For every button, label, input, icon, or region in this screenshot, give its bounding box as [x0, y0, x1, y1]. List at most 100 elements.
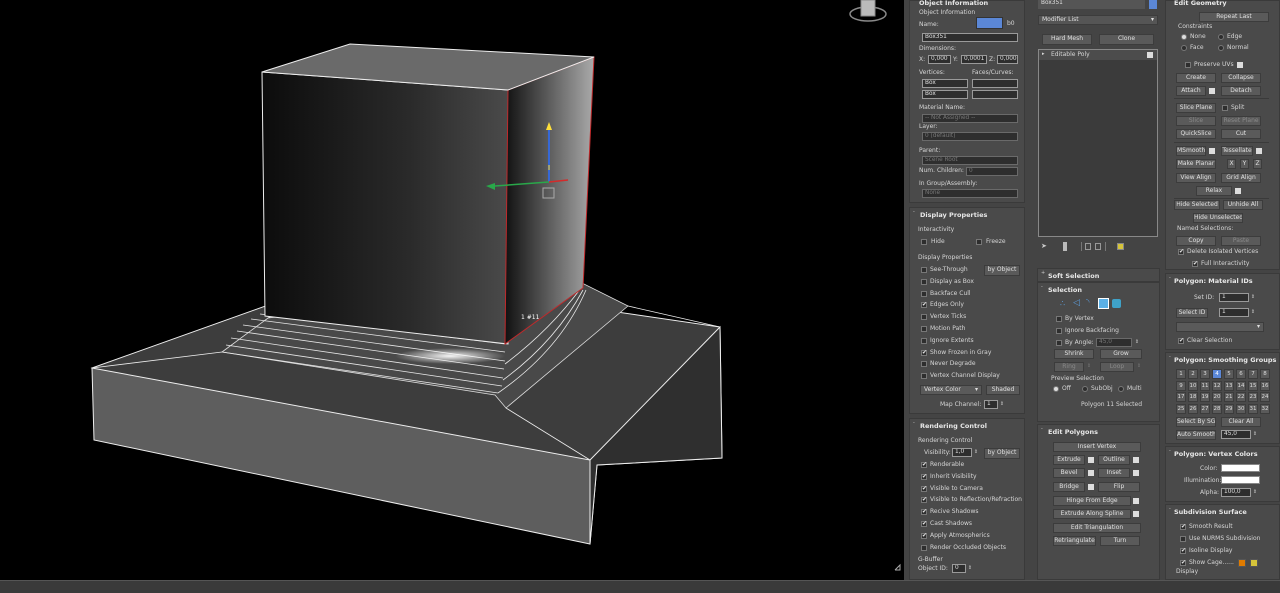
extrude-button[interactable]: Extrude [1053, 455, 1085, 465]
smoothing-group-button[interactable]: 8 [1260, 369, 1270, 379]
msmooth-settings-icon[interactable] [1209, 148, 1215, 154]
smooth-result-checkbox[interactable] [1180, 523, 1186, 530]
attach-list-icon[interactable] [1209, 88, 1215, 94]
alpha-field[interactable]: 100,0 [1221, 488, 1251, 497]
bridge-button[interactable]: Bridge [1053, 482, 1085, 492]
hinge-settings-icon[interactable] [1133, 498, 1139, 504]
smoothing-group-button[interactable]: 21 [1224, 392, 1234, 402]
edit-polygons-header[interactable]: Edit Polygons [1048, 427, 1098, 438]
smoothing-group-button[interactable]: 29 [1224, 403, 1234, 414]
hard-mesh-button[interactable]: Hard Mesh [1042, 34, 1092, 45]
option-checkbox[interactable] [921, 544, 927, 551]
select-by-sg-button[interactable]: Select By SG [1176, 417, 1216, 427]
smoothing-group-button[interactable]: 11 [1200, 380, 1210, 391]
vertex-color-dropdown[interactable]: Vertex Color ▾ [920, 385, 982, 395]
smoothing-group-button[interactable]: 24 [1260, 392, 1270, 402]
auto-smooth-button[interactable]: Auto Smooth [1176, 430, 1216, 440]
option-checkbox[interactable] [921, 361, 927, 368]
option-checkbox[interactable] [921, 290, 927, 297]
option-checkbox[interactable] [921, 520, 927, 527]
configure-sets-icon[interactable] [1117, 243, 1124, 250]
hide-checkbox[interactable] [921, 239, 927, 245]
object-information-header[interactable]: Object Information [919, 0, 988, 9]
show-cage-checkbox[interactable] [1180, 559, 1186, 566]
show-end-result-icon[interactable] [1063, 242, 1067, 251]
smoothing-group-button[interactable]: 15 [1248, 380, 1258, 391]
stack-visibility-icon[interactable] [1147, 52, 1153, 58]
grow-button[interactable]: Grow [1100, 349, 1142, 359]
smoothing-group-button[interactable]: 27 [1200, 403, 1210, 414]
freeze-checkbox[interactable] [976, 239, 982, 245]
loop-button[interactable]: Loop [1100, 362, 1134, 372]
delete-isolated-checkbox[interactable] [1178, 248, 1184, 255]
turn-button[interactable]: Turn [1100, 536, 1140, 546]
bevel-button[interactable]: Bevel [1053, 468, 1085, 478]
by-angle-checkbox[interactable] [1056, 340, 1062, 346]
soft-selection-header[interactable]: Soft Selection [1048, 271, 1099, 282]
edge-mode-icon[interactable]: ◁ [1073, 298, 1080, 308]
bridge-settings-icon[interactable] [1088, 484, 1094, 490]
constraint-normal-radio[interactable] [1218, 45, 1224, 51]
smoothing-group-button[interactable]: 16 [1260, 380, 1270, 391]
smoothing-group-button[interactable]: 3 [1200, 369, 1210, 379]
view-align-button[interactable]: View Align [1176, 173, 1216, 183]
smoothing-group-button[interactable]: 19 [1200, 392, 1210, 402]
ignore-backfacing-checkbox[interactable] [1056, 328, 1062, 334]
smoothing-group-button[interactable]: 25 [1176, 403, 1186, 414]
planar-x-button[interactable]: X [1227, 159, 1236, 169]
outline-button[interactable]: Outline [1098, 455, 1130, 465]
split-checkbox[interactable] [1222, 105, 1228, 111]
expand-arrow-icon[interactable]: ▸ [1042, 51, 1045, 57]
smoothing-group-button[interactable]: 28 [1212, 403, 1222, 414]
subdivision-header[interactable]: Subdivision Surface [1174, 507, 1247, 518]
unhide-all-button[interactable]: Unhide All [1223, 200, 1263, 210]
clear-selection-checkbox[interactable] [1178, 337, 1184, 344]
option-checkbox[interactable] [921, 508, 927, 516]
smoothing-group-button[interactable]: 4 [1212, 369, 1222, 379]
rendering-by-object-button[interactable]: by Object [984, 448, 1020, 459]
option-checkbox[interactable] [921, 532, 927, 539]
quickslice-button[interactable]: QuickSlice [1176, 129, 1216, 139]
option-checkbox[interactable] [921, 473, 927, 480]
modifier-list-dropdown[interactable]: Modifier List ▾ [1038, 15, 1158, 25]
smoothing-group-button[interactable]: 32 [1260, 403, 1270, 414]
smoothing-group-button[interactable]: 13 [1224, 380, 1234, 391]
option-checkbox[interactable] [921, 337, 927, 344]
material-name-dropdown[interactable]: ▾ [1176, 322, 1264, 332]
option-checkbox[interactable] [921, 373, 927, 380]
border-mode-icon[interactable]: ◝ [1086, 298, 1090, 308]
modifier-color-swatch[interactable] [1149, 0, 1157, 9]
constraint-face-radio[interactable] [1181, 45, 1187, 51]
by-vertex-checkbox[interactable] [1056, 316, 1062, 322]
smoothing-group-button[interactable]: 14 [1236, 380, 1246, 391]
relax-settings-icon[interactable] [1235, 188, 1241, 194]
clone-button[interactable]: Clone [1099, 34, 1154, 45]
illumination-swatch[interactable] [1221, 476, 1260, 484]
smoothing-group-button[interactable]: 22 [1236, 392, 1246, 402]
material-ids-header[interactable]: Polygon: Material IDs [1174, 276, 1253, 287]
slice-button[interactable]: Slice [1176, 116, 1216, 126]
create-button[interactable]: Create [1176, 73, 1216, 83]
tessellate-settings-icon[interactable] [1256, 148, 1262, 154]
smoothing-group-button[interactable]: 2 [1188, 369, 1198, 379]
attach-button[interactable]: Attach [1176, 86, 1206, 96]
rendering-control-header[interactable]: Rendering Control [920, 421, 987, 432]
constraint-none-radio[interactable] [1181, 34, 1187, 40]
preserve-uvs-checkbox[interactable] [1185, 62, 1191, 68]
smoothing-groups-header[interactable]: Polygon: Smoothing Groups [1174, 355, 1276, 366]
cage-color-swatch[interactable] [1238, 559, 1246, 567]
modifier-object-name-field[interactable]: Box351 [1038, 0, 1145, 9]
smoothing-group-button[interactable]: 9 [1176, 380, 1186, 391]
dim-z-field[interactable]: 0,000 [997, 55, 1018, 64]
smoothing-group-button[interactable]: 31 [1248, 403, 1258, 414]
smoothing-group-button[interactable]: 7 [1248, 369, 1258, 379]
inset-settings-icon[interactable] [1133, 470, 1139, 476]
smoothing-group-button[interactable]: 12 [1212, 380, 1222, 391]
retriangulate-button[interactable]: Retriangulate [1053, 536, 1096, 546]
smoothing-group-button[interactable]: 5 [1224, 369, 1234, 379]
edit-geometry-header[interactable]: Edit Geometry [1174, 0, 1227, 9]
outline-settings-icon[interactable] [1133, 457, 1139, 463]
extrude-spline-settings-icon[interactable] [1133, 511, 1139, 517]
vertex-colors-header[interactable]: Polygon: Vertex Colors [1174, 449, 1258, 460]
cut-button[interactable]: Cut [1221, 129, 1261, 139]
